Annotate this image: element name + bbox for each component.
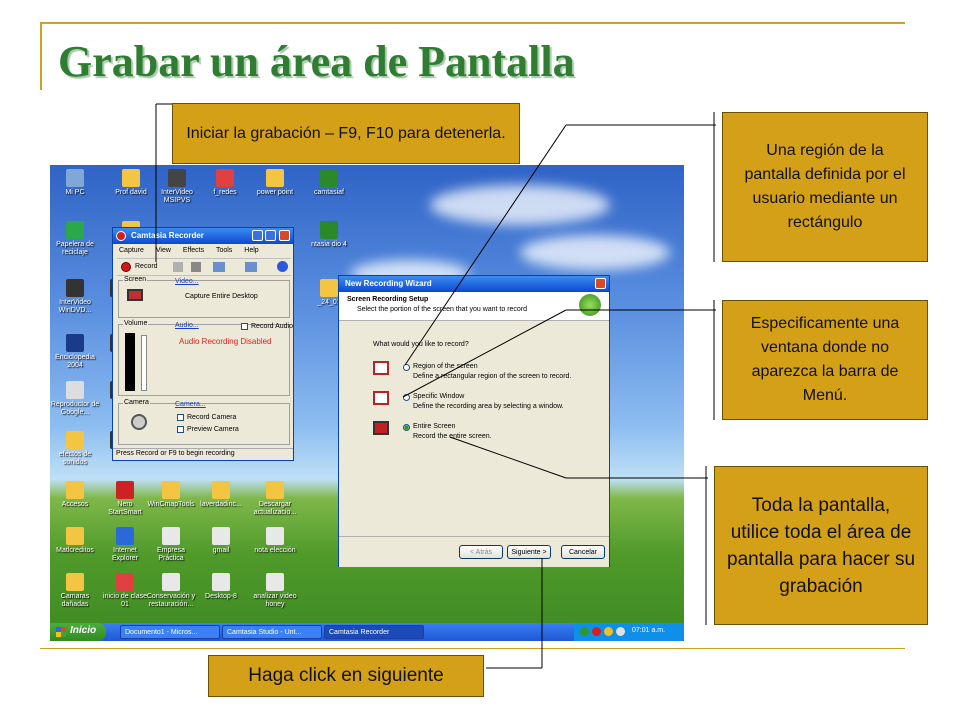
connector-full [449, 436, 567, 479]
callout-start-recording-text: Iniciar la grabación – F9, F10 para dete… [186, 124, 506, 142]
connector-window [402, 309, 567, 398]
callout-click-next-text: Haga click en siguiente [248, 665, 444, 686]
callout-full-screen: Toda la pantalla, utilice toda el área d… [714, 466, 928, 625]
callout-start-recording: Iniciar la grabación – F9, F10 para dete… [172, 103, 520, 164]
callout-window-text: Especificamente una ventana donde no apa… [750, 315, 900, 404]
callout-region-text: Una región de la pantalla definida por e… [744, 142, 906, 231]
callout-region: Una región de la pantalla definida por e… [722, 112, 928, 262]
callout-full-screen-text: Toda la pantalla, utilice toda el área d… [727, 494, 916, 597]
callout-click-next: Haga click en siguiente [208, 655, 484, 697]
callout-window: Especificamente una ventana donde no apa… [722, 300, 928, 420]
